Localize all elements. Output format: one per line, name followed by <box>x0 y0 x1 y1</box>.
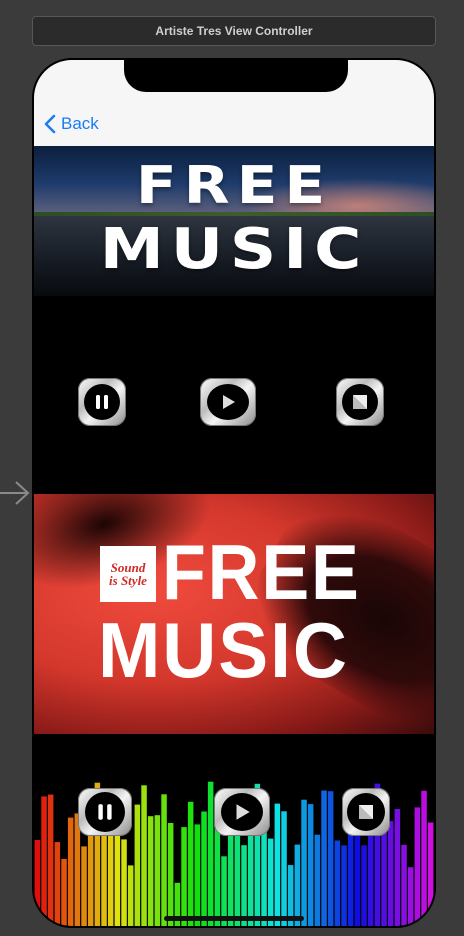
chevron-left-icon <box>44 114 56 134</box>
banner-bottom-line2: MUSIC <box>98 606 349 694</box>
pause-button-top[interactable] <box>78 378 126 426</box>
stop-button-bottom[interactable] <box>342 788 390 836</box>
equalizer-bar <box>174 882 181 926</box>
stop-button-top[interactable] <box>336 378 384 426</box>
scene-title-bar[interactable]: Artiste Tres View Controller <box>32 16 436 46</box>
back-button[interactable]: Back <box>44 112 99 136</box>
play-button-bottom[interactable] <box>214 788 270 836</box>
banner-bottom-line1: FREE <box>162 528 361 616</box>
sound-is-style-logo: Sound is Style <box>100 546 156 602</box>
player-controls-bottom <box>34 762 434 862</box>
free-music-banner-top: FREE MUSIC <box>34 146 434 296</box>
back-label: Back <box>61 114 99 133</box>
stop-icon <box>359 805 373 819</box>
stop-icon <box>353 395 367 409</box>
play-button-top[interactable] <box>200 378 256 426</box>
pause-icon <box>96 395 108 409</box>
banner-top-line2: MUSIC <box>99 217 369 282</box>
equalizer-bar <box>61 858 67 926</box>
storyboard-canvas: Artiste Tres View Controller Back FREE M… <box>0 0 464 936</box>
play-icon <box>236 804 250 820</box>
device-notch <box>124 60 348 92</box>
pause-icon <box>98 804 112 820</box>
banner-top-line1: FREE <box>135 156 333 216</box>
entry-point-arrow-icon <box>0 481 30 505</box>
player-controls-top <box>34 352 434 452</box>
free-music-banner-bottom: Sound is Style FREE MUSIC <box>34 494 434 734</box>
equalizer-bar <box>127 865 134 926</box>
equalizer-bar <box>407 867 414 926</box>
iphone-frame: Back FREE MUSIC Sound is Style FREE MUSI… <box>32 58 436 928</box>
scene-title: Artiste Tres View Controller <box>155 24 313 38</box>
home-indicator <box>164 916 304 921</box>
pause-button-bottom[interactable] <box>78 788 132 836</box>
play-icon <box>223 395 235 409</box>
